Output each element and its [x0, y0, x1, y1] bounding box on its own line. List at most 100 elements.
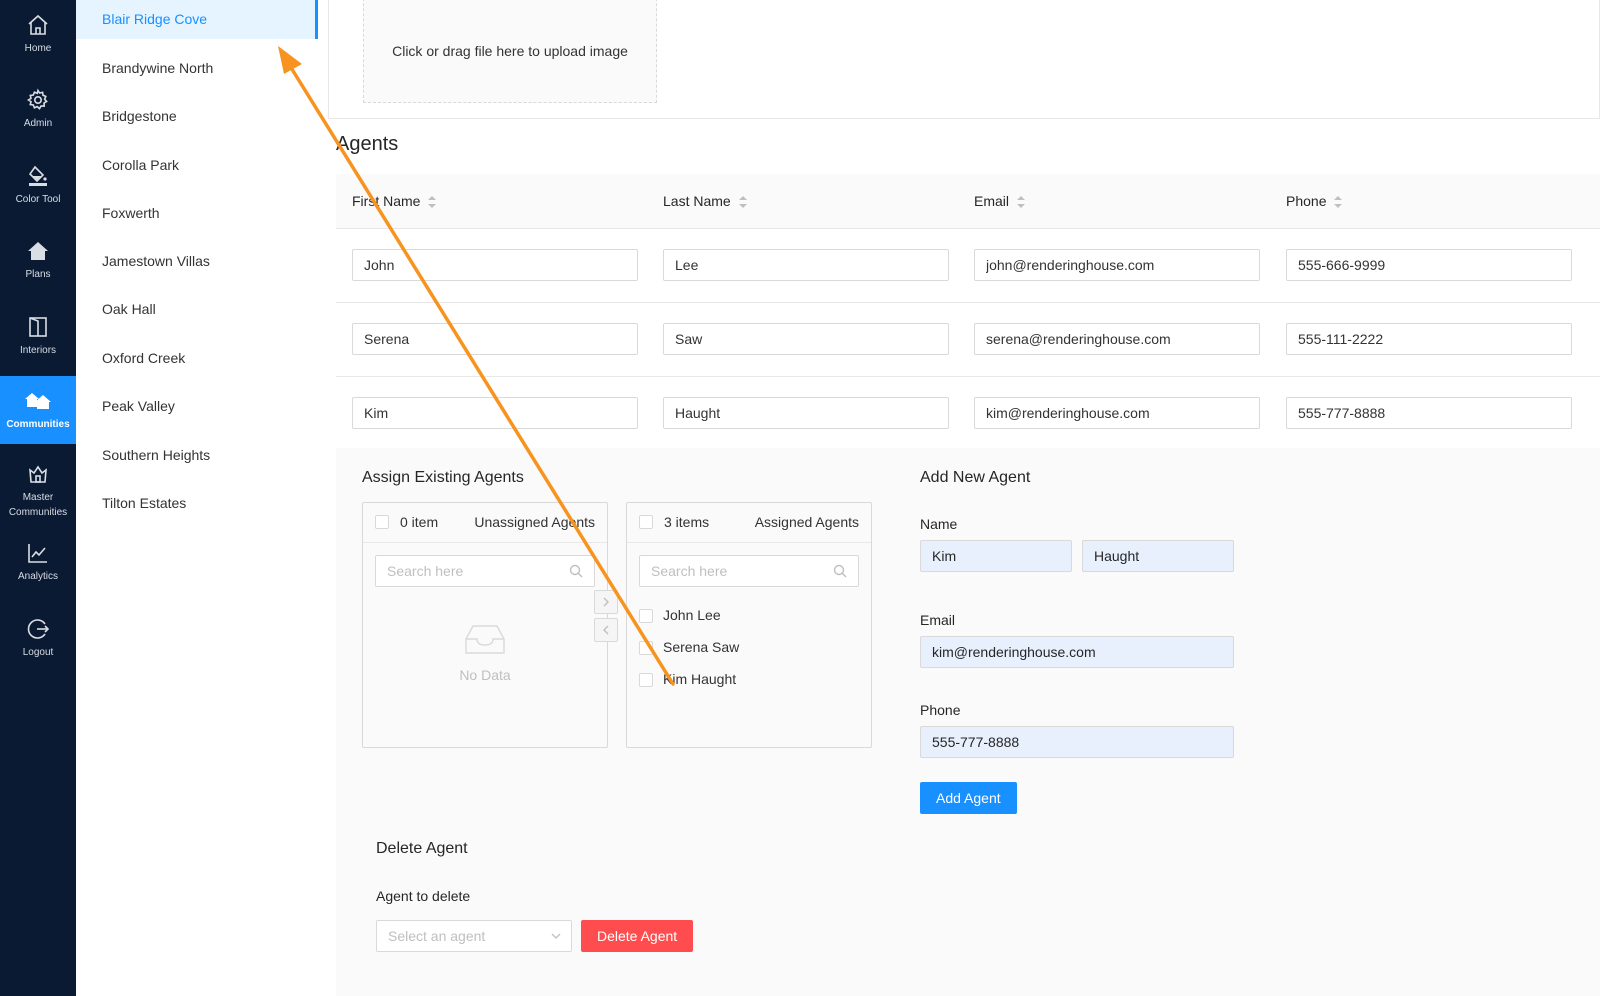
- empty-text: No Data: [459, 667, 511, 683]
- email-input[interactable]: [974, 323, 1260, 355]
- chevron-left-icon: [603, 625, 609, 635]
- first-name-input[interactable]: [352, 323, 638, 355]
- column-label: Email: [974, 193, 1010, 209]
- community-item[interactable]: Southern Heights: [76, 436, 318, 475]
- community-item[interactable]: Tilton Estates: [76, 484, 318, 523]
- email-label: Email: [920, 612, 956, 628]
- sort-icon[interactable]: [1017, 196, 1026, 209]
- nav-home[interactable]: Home: [0, 0, 76, 68]
- nav-plans[interactable]: Plans: [0, 226, 76, 294]
- move-left-button[interactable]: [594, 618, 618, 642]
- new-agent-phone-input[interactable]: [920, 726, 1234, 758]
- agent-management-panel: Assign Existing Agents 0 item Unassigned…: [336, 448, 1600, 996]
- phone-input[interactable]: [1286, 249, 1572, 281]
- phone-label: Phone: [920, 702, 961, 718]
- phone-input[interactable]: [1286, 397, 1572, 429]
- table-row: [336, 302, 1600, 377]
- column-header-first-name[interactable]: First Name: [352, 174, 437, 228]
- nav-color-tool[interactable]: Color Tool: [0, 151, 76, 219]
- sort-icon[interactable]: [738, 196, 747, 209]
- column-label: Last Name: [663, 193, 731, 209]
- nav-label: Plans: [25, 268, 51, 280]
- item-checkbox[interactable]: [639, 641, 653, 655]
- nav-label: Master Communities: [8, 492, 68, 518]
- nav-label: Admin: [23, 117, 53, 129]
- table-header: First Name Last Name Email Phone: [336, 174, 1600, 229]
- nav-logout[interactable]: Logout: [0, 604, 76, 672]
- agent-select[interactable]: Select an agent: [376, 920, 572, 952]
- gear-icon: [27, 88, 48, 110]
- home-icon: [28, 14, 48, 35]
- agent-name: Serena Saw: [663, 639, 740, 655]
- list-title: Unassigned Agents: [474, 514, 595, 530]
- chevron-down-icon: [551, 933, 561, 939]
- column-header-email[interactable]: Email: [974, 174, 1026, 228]
- sort-icon[interactable]: [428, 196, 437, 209]
- last-name-input[interactable]: [663, 249, 949, 281]
- new-agent-last-name-input[interactable]: [1082, 540, 1234, 572]
- community-item[interactable]: Corolla Park: [76, 146, 318, 185]
- select-all-checkbox[interactable]: [375, 515, 389, 529]
- community-item[interactable]: Oxford Creek: [76, 339, 318, 378]
- last-name-input[interactable]: [663, 323, 949, 355]
- main-nav: Home Admin Color Tool Plans Interiors Co…: [0, 0, 76, 996]
- nav-communities[interactable]: Communities: [0, 376, 76, 444]
- first-name-input[interactable]: [352, 249, 638, 281]
- image-upload-dropzone[interactable]: Click or drag file here to upload image: [363, 0, 657, 103]
- nav-interiors[interactable]: Interiors: [0, 302, 76, 370]
- nav-master-communities[interactable]: Master Communities: [0, 452, 76, 530]
- nav-label: Logout: [22, 646, 54, 658]
- email-input[interactable]: [974, 397, 1260, 429]
- search-icon: [833, 564, 847, 578]
- search-input[interactable]: [375, 555, 595, 587]
- column-header-phone[interactable]: Phone: [1286, 174, 1343, 228]
- community-item[interactable]: Blair Ridge Cove: [76, 0, 318, 39]
- sort-icon[interactable]: [1334, 196, 1343, 209]
- column-label: First Name: [352, 193, 421, 209]
- unassigned-agents-list: 0 item Unassigned Agents No Data: [362, 502, 608, 748]
- empty-state: No Data: [363, 623, 607, 683]
- name-label: Name: [920, 516, 958, 532]
- list-title: Assigned Agents: [754, 514, 859, 530]
- community-item[interactable]: Bridgestone: [76, 97, 318, 136]
- nav-admin[interactable]: Admin: [0, 75, 76, 143]
- door-icon: [29, 316, 47, 337]
- item-checkbox[interactable]: [639, 609, 653, 623]
- community-item[interactable]: Peak Valley: [76, 387, 318, 426]
- agent-to-delete-label: Agent to delete: [376, 888, 471, 904]
- column-header-last-name[interactable]: Last Name: [663, 174, 747, 228]
- add-agent-title: Add New Agent: [920, 469, 1031, 486]
- email-input[interactable]: [974, 249, 1260, 281]
- community-item[interactable]: Brandywine North: [76, 49, 318, 88]
- agents-title: Agents: [336, 133, 399, 155]
- item-checkbox[interactable]: [639, 673, 653, 687]
- upload-text: Click or drag file here to upload image: [392, 42, 628, 59]
- delete-agent-button[interactable]: Delete Agent: [581, 920, 694, 952]
- house-icon: [28, 241, 48, 260]
- phone-input[interactable]: [1286, 323, 1572, 355]
- community-item[interactable]: Foxwerth: [76, 194, 318, 233]
- empty-inbox-icon: [465, 625, 505, 654]
- search-input[interactable]: [639, 555, 859, 587]
- nav-analytics[interactable]: Analytics: [0, 528, 76, 596]
- item-count: 0 item: [400, 514, 439, 530]
- nav-label: Communities: [6, 418, 70, 430]
- column-label: Phone: [1286, 193, 1327, 209]
- new-agent-email-input[interactable]: [920, 636, 1234, 668]
- new-agent-first-name-input[interactable]: [920, 540, 1072, 572]
- line-chart-icon: [28, 543, 47, 563]
- item-count: 3 items: [664, 514, 710, 530]
- logout-icon: [27, 618, 50, 639]
- last-name-input[interactable]: [663, 397, 949, 429]
- move-right-button[interactable]: [594, 590, 618, 614]
- upload-panel: Click or drag file here to upload image: [328, 0, 1600, 119]
- community-item[interactable]: Oak Hall: [76, 290, 318, 329]
- first-name-input[interactable]: [352, 397, 638, 429]
- table-row: [336, 376, 1600, 451]
- crown-house-icon: [29, 465, 47, 483]
- add-agent-button[interactable]: Add Agent: [920, 782, 1017, 814]
- assign-agents-title: Assign Existing Agents: [362, 469, 524, 486]
- nav-label: Interiors: [19, 344, 57, 356]
- community-item[interactable]: Jamestown Villas: [76, 242, 318, 281]
- select-all-checkbox[interactable]: [639, 515, 653, 529]
